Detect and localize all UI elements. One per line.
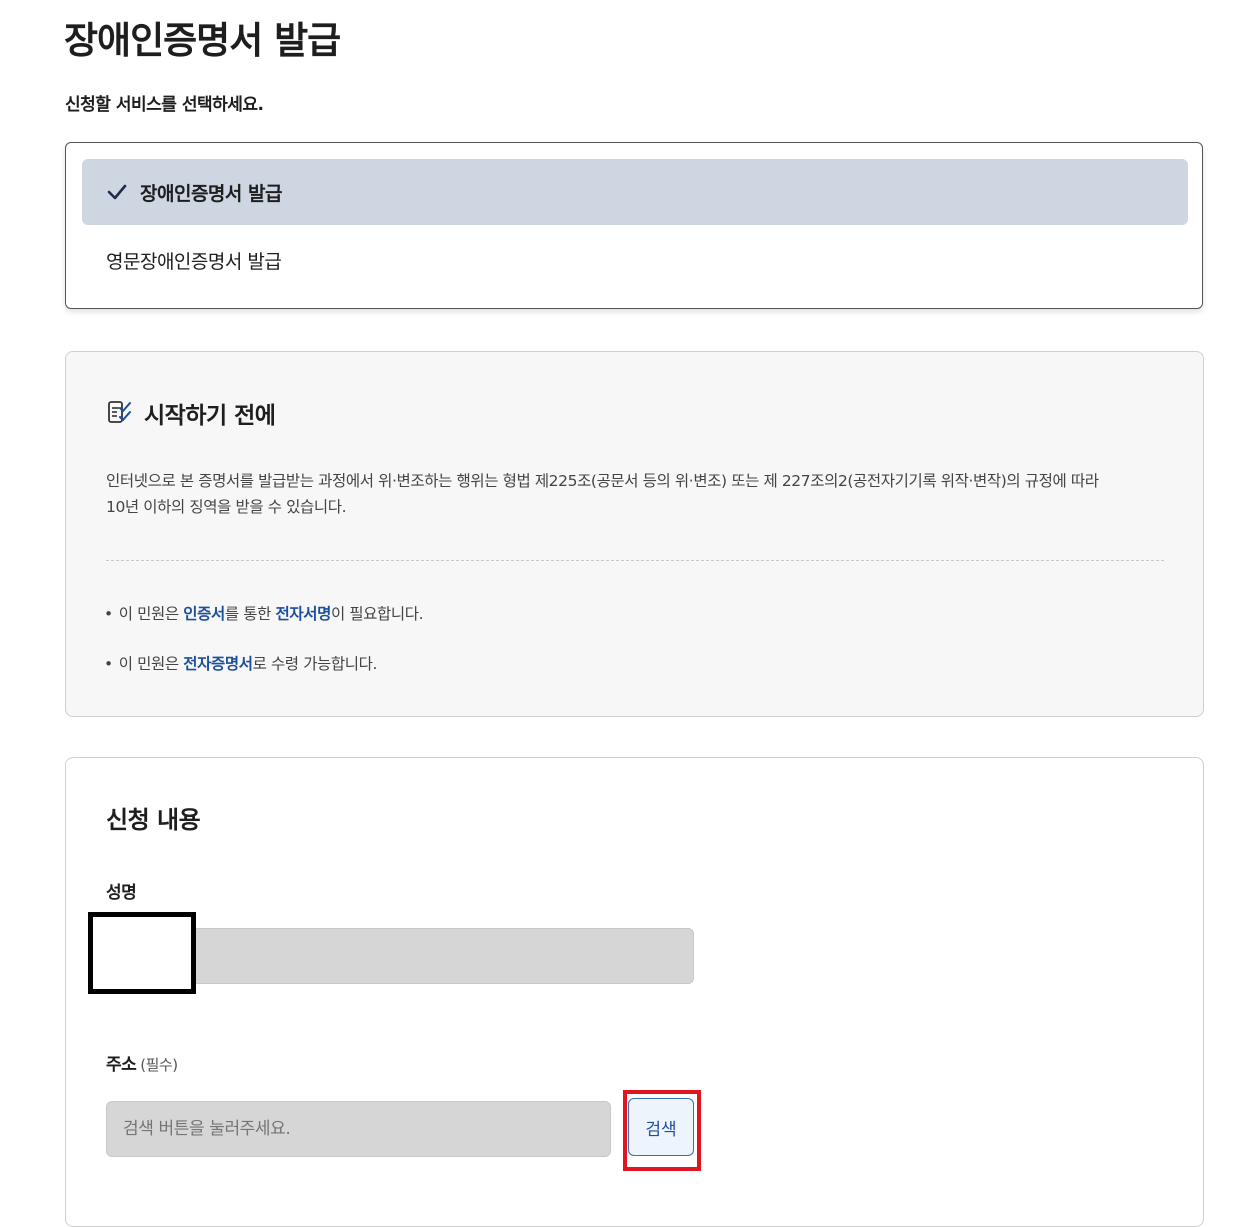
address-field[interactable]: [106, 1101, 611, 1157]
bullet-text: 로 수령 가능합니다.: [252, 655, 378, 673]
document-check-icon: [108, 401, 131, 423]
before-start-heading: 시작하기 전에: [106, 396, 276, 430]
service-option-disability-certificate[interactable]: 장애인증명서 발급: [82, 159, 1188, 225]
address-label-text: 주소: [106, 1055, 137, 1075]
redaction-box: [88, 912, 196, 994]
service-option-label: 영문장애인증명서 발급: [106, 250, 282, 273]
bullet-text: 이 필요합니다.: [330, 605, 424, 623]
page-title: 장애인증명서 발급: [64, 19, 341, 62]
service-option-english-certificate[interactable]: 영문장애인증명서 발급: [82, 227, 1188, 293]
bullet-text: 이 민원은: [118, 605, 184, 623]
check-icon: [107, 184, 127, 200]
notice-bullet-e-certificate: • 이 민원은 전자증명서로 수령 가능합니다.: [104, 652, 377, 674]
service-option-label: 장애인증명서 발급: [140, 182, 282, 205]
application-panel: 신청 내용 성명 주소 (필수) 검색: [65, 757, 1204, 1227]
required-marker: (필수): [140, 1056, 178, 1074]
divider: [106, 560, 1164, 561]
legal-notice-line: 인터넷으로 본 증명서를 발급받는 과정에서 위·변조하는 행위는 형법 제22…: [106, 472, 1099, 490]
before-start-panel: 시작하기 전에 인터넷으로 본 증명서를 발급받는 과정에서 위·변조하는 행위…: [65, 351, 1204, 717]
legal-notice-line: 10년 이하의 징역을 받을 수 있습니다.: [106, 498, 347, 516]
bullet-text: 이 민원은: [118, 655, 184, 673]
highlight-certificate: 인증서: [183, 605, 225, 623]
highlight-e-signature: 전자서명: [275, 605, 331, 623]
bullet-dot: •: [104, 605, 113, 623]
application-title: 신청 내용: [106, 806, 201, 834]
page-subtitle: 신청할 서비스를 선택하세요.: [65, 95, 264, 115]
highlight-e-certificate: 전자증명서: [183, 655, 253, 673]
legal-notice: 인터넷으로 본 증명서를 발급받는 과정에서 위·변조하는 행위는 형법 제22…: [106, 468, 1166, 520]
notice-bullet-signature: • 이 민원은 인증서를 통한 전자서명이 필요합니다.: [104, 602, 424, 624]
address-search-button[interactable]: 검색: [628, 1098, 694, 1156]
service-selector: 장애인증명서 발급 영문장애인증명서 발급: [65, 142, 1203, 309]
before-start-title: 시작하기 전에: [144, 403, 276, 429]
address-label: 주소 (필수): [106, 1050, 178, 1075]
bullet-dot: •: [104, 655, 113, 673]
name-label: 성명: [106, 883, 137, 903]
bullet-text: 를 통한: [224, 605, 276, 623]
